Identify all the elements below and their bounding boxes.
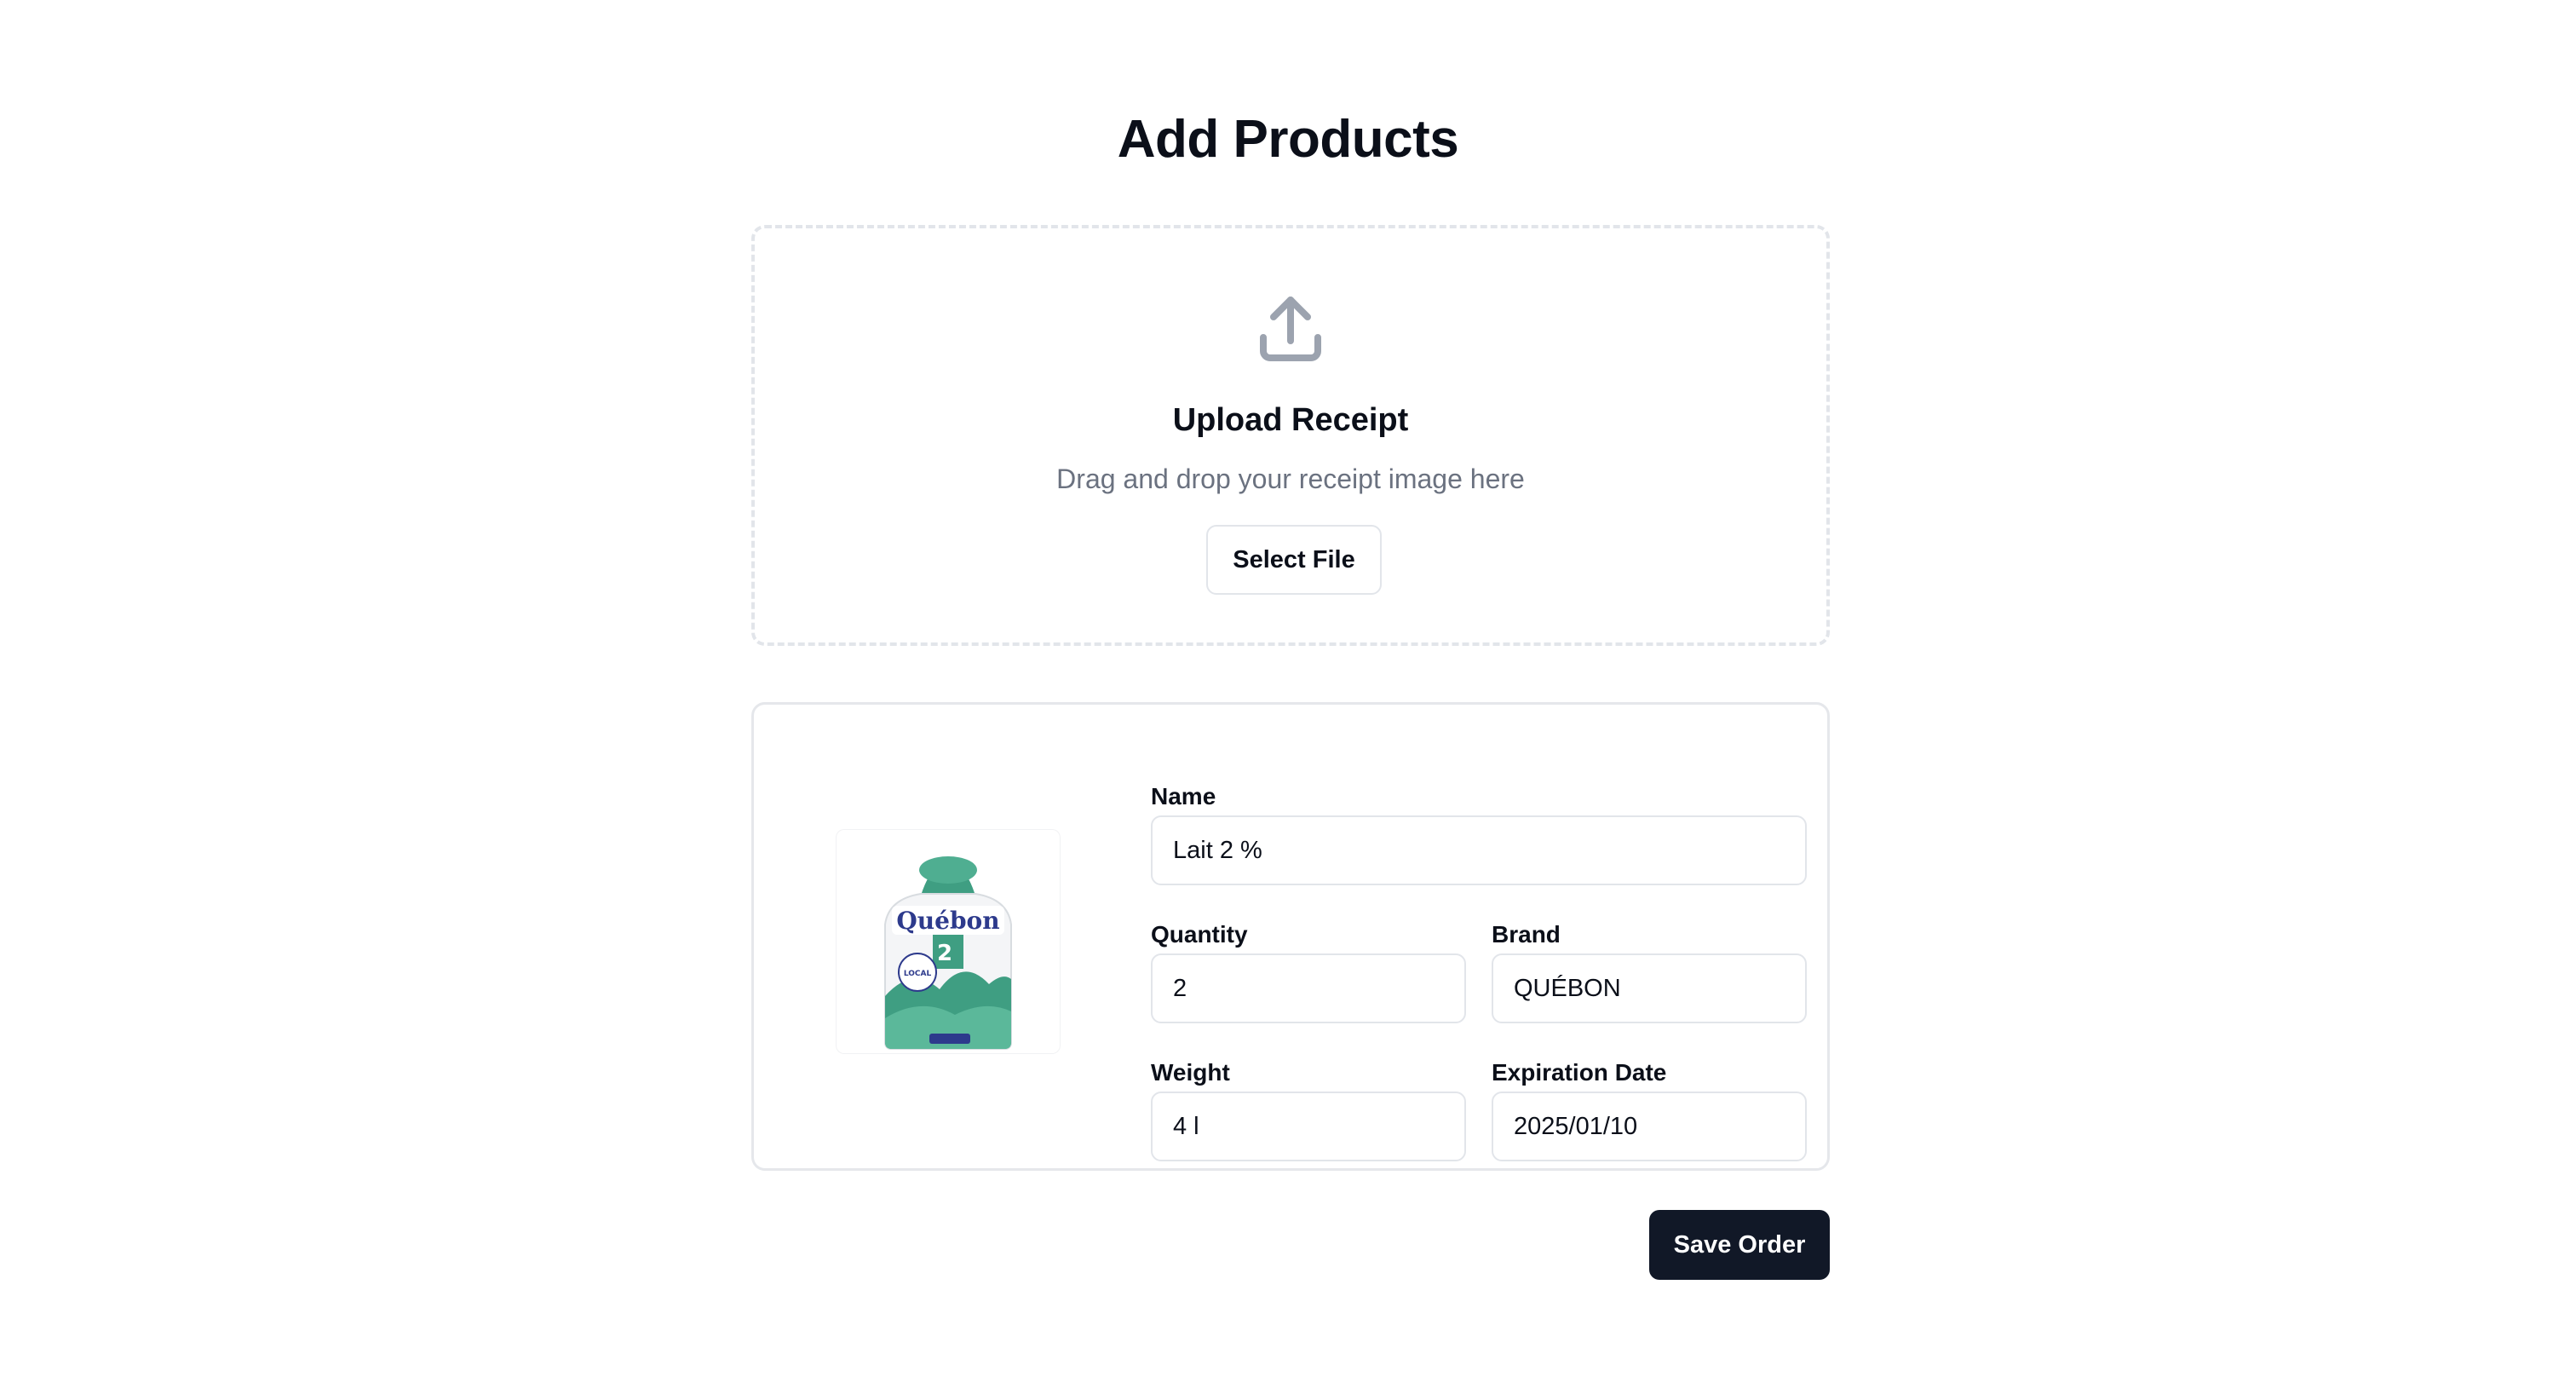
- upload-icon: [1260, 297, 1321, 361]
- product-image-brand-text: Québon: [896, 907, 999, 935]
- product-image-local-text: LOCAL: [904, 970, 932, 978]
- weight-input[interactable]: [1151, 1092, 1466, 1161]
- weight-label: Weight: [1151, 1059, 1230, 1086]
- quantity-label: Quantity: [1151, 921, 1248, 948]
- upload-title: Upload Receipt: [1172, 402, 1409, 438]
- select-file-button[interactable]: Select File: [1206, 525, 1382, 595]
- save-order-button[interactable]: Save Order: [1649, 1210, 1830, 1280]
- expiration-date-label: Expiration Date: [1492, 1059, 1667, 1086]
- product-image: Québon 2 LOCAL: [836, 829, 1061, 1054]
- brand-label: Brand: [1492, 921, 1561, 948]
- name-input[interactable]: [1151, 815, 1807, 885]
- product-card: Québon 2 LOCAL Name Quantity Brand Weigh…: [751, 702, 1830, 1171]
- upload-subtitle: Drag and drop your receipt image here: [1056, 464, 1525, 494]
- brand-input[interactable]: [1492, 953, 1807, 1023]
- quantity-input[interactable]: [1151, 953, 1466, 1023]
- product-image-fat-text: 2: [937, 941, 952, 966]
- receipt-dropzone[interactable]: Upload Receipt Drag and drop your receip…: [751, 225, 1830, 646]
- expiration-date-input[interactable]: [1492, 1092, 1807, 1161]
- page-title: Add Products: [1117, 110, 1459, 169]
- page: Add Products Upload Receipt Drag and dro…: [0, 0, 2576, 1394]
- name-label: Name: [1151, 783, 1216, 809]
